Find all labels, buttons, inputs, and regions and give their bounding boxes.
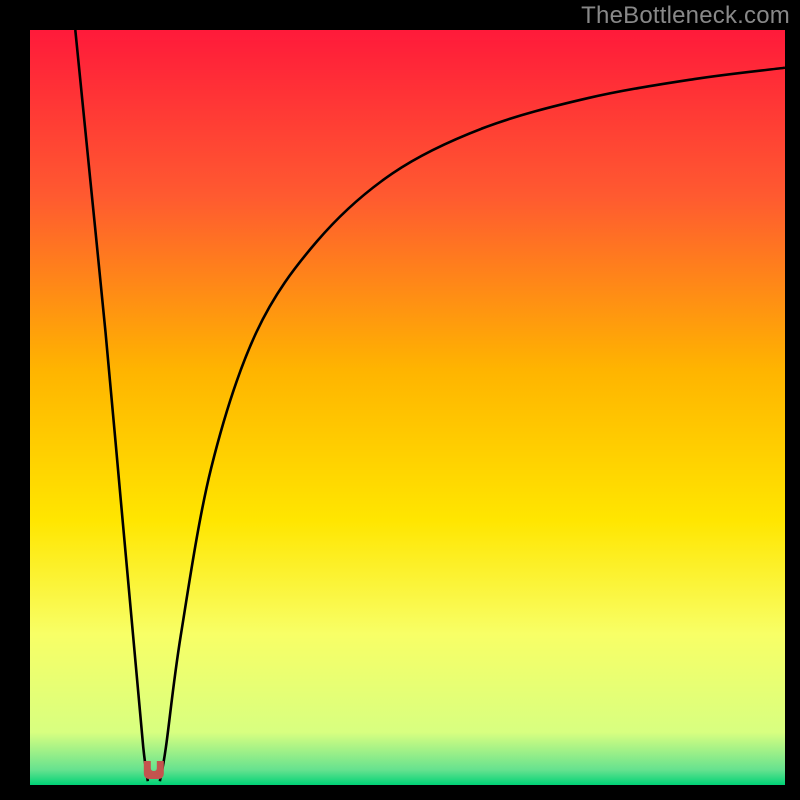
chart-frame: TheBottleneck.com [0,0,800,800]
gradient-background [30,30,785,785]
watermark-label: TheBottleneck.com [581,2,790,30]
bottleneck-chart [30,30,785,785]
plot-area [30,30,785,785]
